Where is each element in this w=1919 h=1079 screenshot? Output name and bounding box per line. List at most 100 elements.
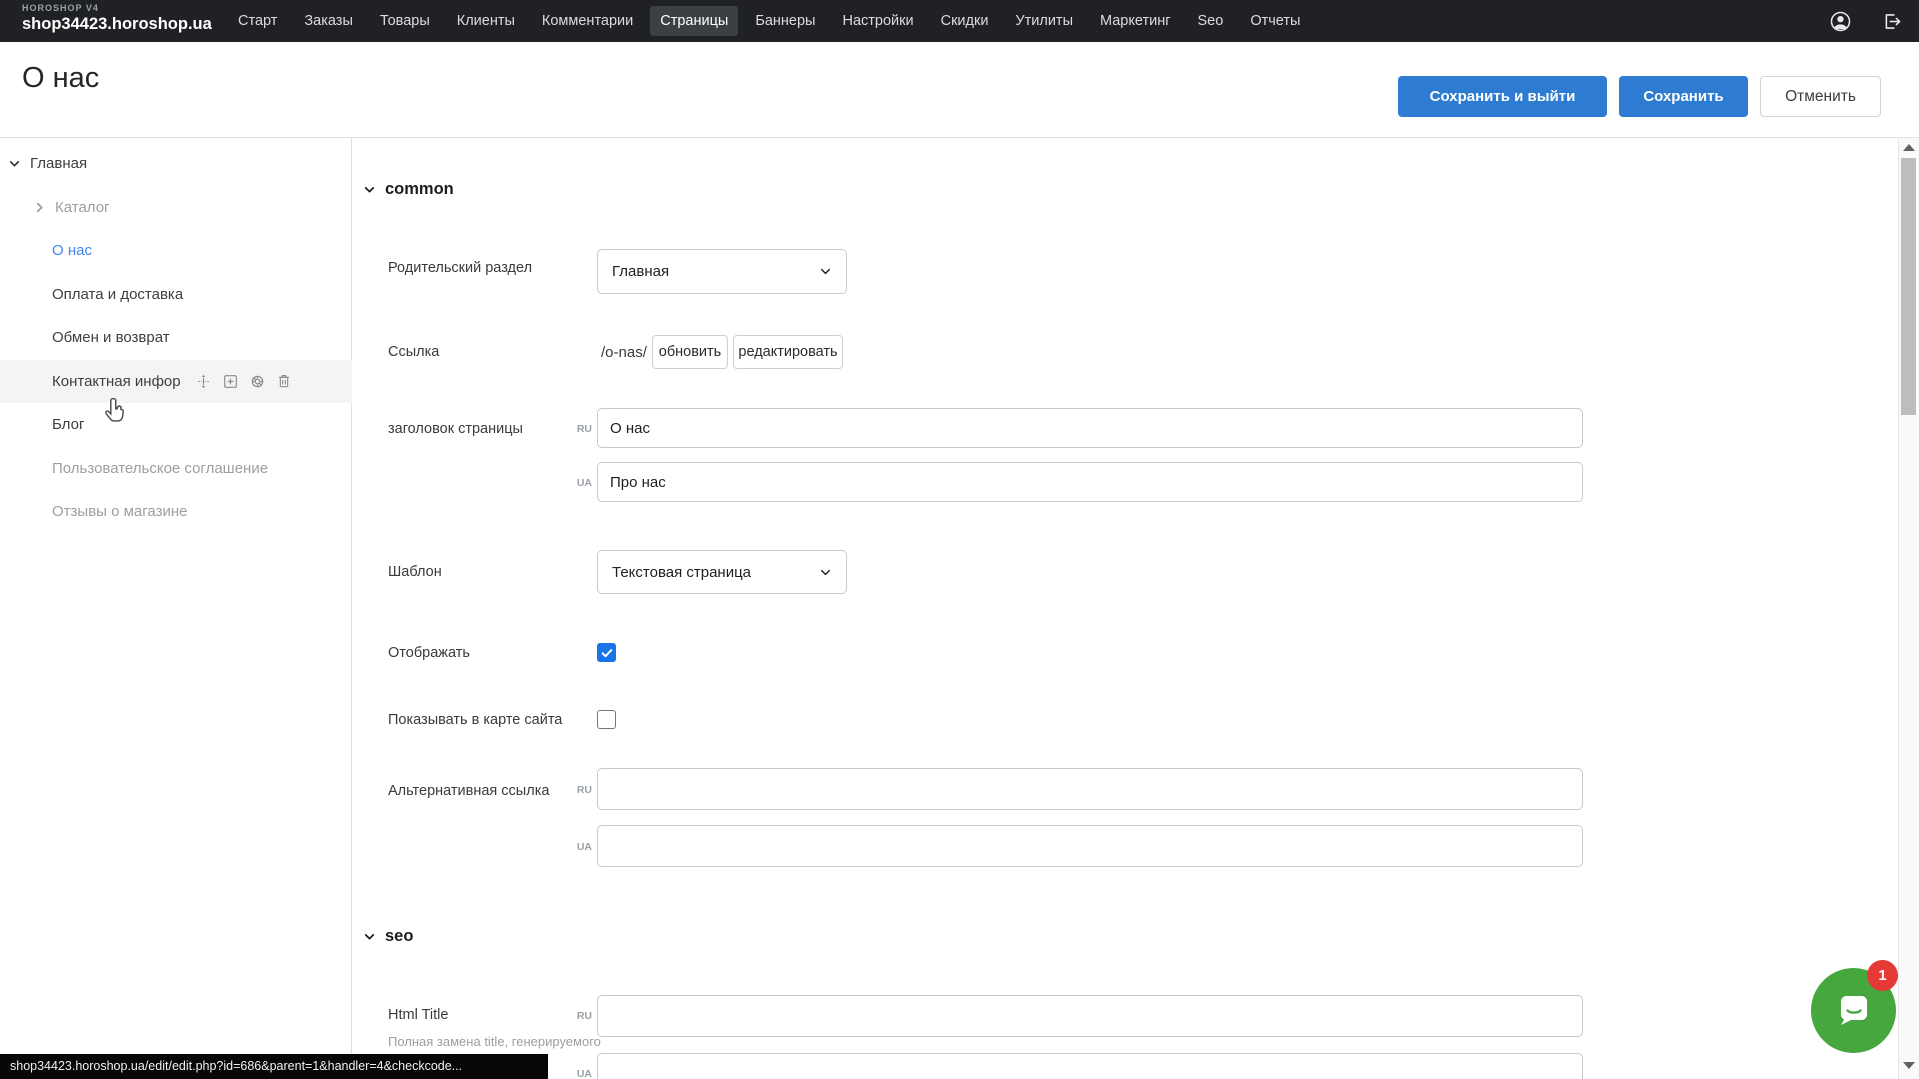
sidebar-item-glavnaya[interactable]: Главная: [0, 142, 352, 186]
html-title-ua-input[interactable]: [597, 1053, 1583, 1079]
tree-item-label: Главная: [30, 155, 87, 172]
alt-link-ua-input[interactable]: [597, 825, 1583, 867]
section-common-title: common: [385, 180, 454, 199]
menu-item-utilities[interactable]: Утилиты: [1005, 6, 1083, 36]
template-value: Текстовая страница: [612, 564, 751, 581]
scrollbar-thumb[interactable]: [1901, 158, 1916, 415]
tree-item-label: Отзывы о магазине: [52, 503, 187, 520]
scroll-up-arrow-icon[interactable]: [1903, 144, 1915, 151]
delete-trash-icon[interactable]: [276, 373, 292, 389]
template-select[interactable]: Текстовая страница: [597, 550, 847, 594]
lang-ua-tag: UA: [558, 477, 592, 489]
menu-item-products[interactable]: Товары: [370, 6, 440, 36]
chat-bubble-icon: [1830, 987, 1878, 1035]
sidebar-item-obmen-i-vozvrat[interactable]: Обмен и возврат: [0, 316, 352, 360]
menu-item-reports[interactable]: Отчеты: [1240, 6, 1310, 36]
sitemap-label: Показывать в карте сайта: [388, 712, 562, 728]
sidebar-item-katalog[interactable]: Каталог: [0, 186, 352, 230]
pages-tree-sidebar: Главная Каталог О нас Оплата и доставка …: [0, 138, 352, 1079]
menu-item-comments[interactable]: Комментарии: [532, 6, 643, 36]
chevron-down-icon: [819, 566, 832, 579]
section-common-header[interactable]: common: [363, 180, 454, 199]
lang-ru-tag: RU: [558, 784, 592, 796]
lang-ru-tag: RU: [558, 1010, 592, 1022]
logout-icon[interactable]: [1882, 11, 1903, 32]
lang-ua-tag: UA: [558, 841, 592, 853]
sitemap-checkbox[interactable]: [597, 710, 616, 729]
lang-ru-tag: RU: [558, 423, 592, 435]
html-title-label: Html Title: [388, 1007, 448, 1023]
html-title-hint: Полная замена title, генерируемого: [388, 1034, 601, 1049]
link-path-value: /o-nas/: [601, 344, 647, 361]
section-seo-header[interactable]: seo: [363, 927, 413, 946]
page-heading-label: заголовок страницы: [388, 421, 523, 437]
display-label: Отображать: [388, 645, 470, 661]
page-edit-form: common Родительский раздел Главная Ссылк…: [352, 138, 1898, 1079]
account-icon[interactable]: [1829, 10, 1852, 33]
tree-item-actions: [195, 373, 292, 390]
menu-item-marketing[interactable]: Маркетинг: [1090, 6, 1181, 36]
page-header: О нас Сохранить и выйти Сохранить Отмени…: [0, 42, 1919, 138]
chevron-down-icon: [363, 930, 376, 943]
alt-link-ru-input[interactable]: [597, 768, 1583, 810]
sidebar-item-otzyvy-o-magazine[interactable]: Отзывы о магазине: [0, 490, 352, 534]
tree-item-label-selected: О нас: [52, 242, 92, 259]
topbar-right-icons: [1829, 0, 1903, 42]
brand-version-label: HOROSHOP V4: [22, 4, 212, 13]
tree-item-label: Оплата и доставка: [52, 286, 183, 303]
settings-gear-icon[interactable]: [249, 373, 266, 390]
save-and-exit-button[interactable]: Сохранить и выйти: [1398, 76, 1607, 117]
page-heading-ru-input[interactable]: [597, 408, 1583, 448]
menu-item-start[interactable]: Старт: [228, 6, 287, 36]
brand-logo[interactable]: HOROSHOP V4 shop34423.horoshop.ua: [22, 4, 212, 33]
page-heading-ua-input[interactable]: [597, 462, 1583, 502]
page-title: О нас: [22, 62, 99, 95]
tree-item-label: Каталог: [55, 199, 110, 216]
cancel-button[interactable]: Отменить: [1760, 76, 1881, 117]
pages-tree: Главная Каталог О нас Оплата и доставка …: [0, 142, 352, 534]
menu-item-settings[interactable]: Настройки: [832, 6, 923, 36]
link-edit-button[interactable]: редактировать: [733, 335, 843, 369]
main-menu: Старт Заказы Товары Клиенты Комментарии …: [228, 0, 1310, 42]
menu-item-pages[interactable]: Страницы: [650, 6, 738, 36]
chevron-right-icon[interactable]: [33, 201, 47, 214]
sidebar-item-blog[interactable]: Блог: [0, 403, 352, 447]
link-refresh-button[interactable]: обновить: [652, 335, 728, 369]
chevron-down-icon[interactable]: [8, 157, 22, 170]
tree-item-label: Блог: [52, 416, 84, 433]
tree-item-label: Контактная инфор: [52, 373, 181, 390]
scroll-down-arrow-icon[interactable]: [1903, 1062, 1915, 1069]
menu-item-orders[interactable]: Заказы: [294, 6, 362, 36]
chat-notification-badge: 1: [1867, 960, 1898, 991]
parent-section-select[interactable]: Главная: [597, 249, 847, 294]
sidebar-item-o-nas[interactable]: О нас: [0, 229, 352, 273]
display-checkbox[interactable]: [597, 643, 616, 662]
save-button[interactable]: Сохранить: [1619, 76, 1748, 117]
tree-item-label: Пользовательское соглашение: [52, 460, 268, 477]
status-url-tooltip: shop34423.horoshop.ua/edit/edit.php?id=6…: [0, 1054, 548, 1079]
sidebar-item-oplata-i-dostavka[interactable]: Оплата и доставка: [0, 273, 352, 317]
chevron-down-icon: [819, 265, 832, 278]
menu-item-discounts[interactable]: Скидки: [931, 6, 999, 36]
checkmark-icon: [600, 646, 614, 660]
sidebar-item-kontaktnaya-informaciya[interactable]: Контактная инфор: [0, 360, 352, 404]
link-label: Ссылка: [388, 344, 439, 360]
move-icon[interactable]: [195, 373, 212, 390]
parent-section-label: Родительский раздел: [388, 260, 532, 276]
alt-link-label: Альтернативная ссылка: [388, 783, 549, 799]
menu-item-seo[interactable]: Seo: [1188, 6, 1234, 36]
section-seo-title: seo: [385, 927, 413, 946]
chevron-down-icon: [363, 183, 376, 196]
lang-ua-tag: UA: [558, 1068, 592, 1079]
tree-item-label: Обмен и возврат: [52, 329, 170, 346]
add-page-icon[interactable]: [222, 373, 239, 390]
sidebar-item-polzovatelskoe-soglashenie[interactable]: Пользовательское соглашение: [0, 447, 352, 491]
menu-item-clients[interactable]: Клиенты: [447, 6, 525, 36]
parent-section-value: Главная: [612, 263, 669, 280]
html-title-ru-input[interactable]: [597, 995, 1583, 1037]
menu-item-banners[interactable]: Баннеры: [745, 6, 825, 36]
template-label: Шаблон: [388, 564, 442, 580]
brand-domain-label: shop34423.horoshop.ua: [22, 16, 212, 33]
top-navigation-bar: HOROSHOP V4 shop34423.horoshop.ua Старт …: [0, 0, 1919, 42]
vertical-scrollbar[interactable]: [1898, 138, 1919, 1079]
